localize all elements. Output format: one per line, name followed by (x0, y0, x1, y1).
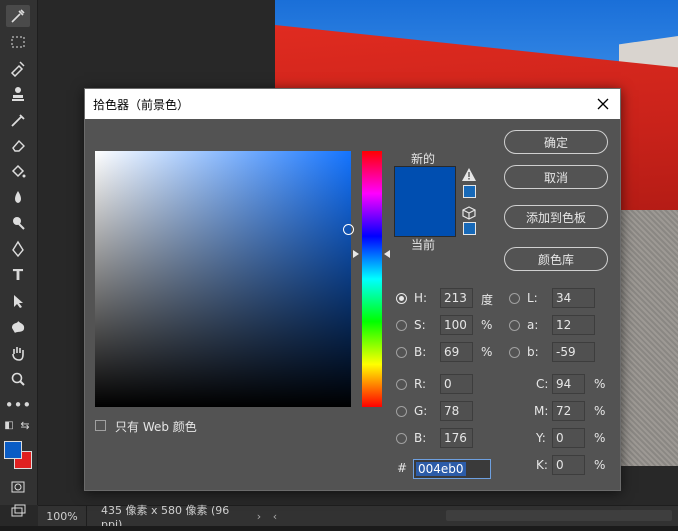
brightness-unit: % (481, 345, 493, 359)
stamp-tool-icon[interactable] (6, 83, 30, 105)
lab-l-input[interactable]: 34 (552, 288, 595, 308)
yellow-label: Y: (536, 431, 546, 445)
color-libraries-button[interactable]: 颜色库 (504, 247, 608, 271)
dialog-titlebar[interactable]: 拾色器（前景色） (85, 89, 620, 119)
current-color-label: 当前 (411, 238, 436, 252)
green-label: G: (414, 404, 428, 418)
web-safe-warning-icon (462, 206, 476, 220)
web-colors-only-label: 只有 Web 颜色 (115, 420, 197, 434)
green-input[interactable]: 78 (440, 401, 473, 421)
eraser-tool-icon[interactable] (6, 134, 30, 156)
hex-value: 004eb0 (416, 462, 466, 476)
cyan-input[interactable]: 94 (552, 374, 585, 394)
new-color-swatch (394, 166, 456, 202)
gamut-correction-swatch[interactable] (463, 185, 476, 198)
hue-unit: 度 (481, 293, 494, 307)
lab-b-label: b: (527, 345, 539, 359)
close-icon[interactable] (592, 93, 614, 115)
screen-mode-icon[interactable] (6, 500, 30, 522)
radio-hue[interactable] (396, 293, 407, 304)
hex-label: # (397, 461, 408, 475)
hex-input[interactable]: 004eb0 (413, 459, 491, 479)
eyedropper-tool-icon[interactable] (6, 5, 30, 27)
add-to-swatches-button[interactable]: 添加到色板 (504, 205, 608, 229)
path-selection-icon[interactable] (6, 290, 30, 312)
marquee-tool-icon[interactable] (6, 31, 30, 53)
saturation-label: S: (414, 318, 426, 332)
red-label: R: (414, 377, 427, 391)
lab-a-label: a: (527, 318, 539, 332)
new-color-label: 新的 (411, 152, 436, 166)
current-color-swatch[interactable] (394, 201, 456, 237)
swap-colors-icon[interactable]: ⇆ (18, 418, 32, 432)
lab-b-input[interactable]: -59 (552, 342, 595, 362)
window-bottom-edge (0, 526, 678, 531)
ok-button[interactable]: 确定 (504, 130, 608, 154)
cyan-label: C: (536, 377, 549, 391)
scroll-left-arrow-icon[interactable]: ‹ (267, 510, 283, 523)
black-input[interactable]: 0 (552, 455, 585, 475)
saturation-brightness-field[interactable] (95, 151, 351, 407)
radio-lab-l[interactable] (509, 293, 520, 304)
black-label: K: (536, 458, 548, 472)
blue-label: B: (414, 431, 427, 445)
cancel-button[interactable]: 取消 (504, 165, 608, 189)
custom-shape-icon[interactable] (6, 316, 30, 338)
yellow-unit: % (594, 431, 606, 445)
radio-blue[interactable] (396, 433, 407, 444)
radio-brightness[interactable] (396, 347, 407, 358)
brightness-input[interactable]: 69 (440, 342, 473, 362)
quick-mask-icon[interactable] (6, 476, 30, 498)
red-input[interactable]: 0 (440, 374, 473, 394)
hand-tool-icon[interactable] (6, 342, 30, 364)
magenta-input[interactable]: 72 (552, 401, 585, 421)
blue-input[interactable]: 176 (440, 428, 473, 448)
yellow-input[interactable]: 0 (552, 428, 585, 448)
zoom-tool-icon[interactable] (6, 368, 30, 390)
healing-brush-icon[interactable] (6, 57, 30, 79)
lab-l-label: L: (527, 291, 538, 305)
history-brush-icon[interactable] (6, 109, 30, 131)
paint-bucket-icon[interactable] (6, 160, 30, 182)
color-field-cursor[interactable] (343, 224, 354, 235)
magenta-label: M: (534, 404, 549, 418)
radio-red[interactable] (396, 379, 407, 390)
magenta-unit: % (594, 404, 606, 418)
color-picker-dialog: 拾色器（前景色） 新的 当前 确定 取消 添加到色板 颜色库 H: 213 度 … (84, 88, 621, 491)
radio-saturation[interactable] (396, 320, 407, 331)
hue-slider-left-handle-icon[interactable] (353, 250, 359, 258)
more-tools-icon[interactable]: ••• (5, 394, 32, 416)
dodge-tool-icon[interactable] (6, 212, 30, 234)
hue-slider-right-handle-icon[interactable] (384, 250, 390, 258)
hue-label: H: (414, 291, 428, 305)
hue-slider[interactable] (362, 151, 382, 407)
tools-panel: T ••• ◧ ⇆ (0, 0, 38, 517)
lab-a-input[interactable]: 12 (552, 315, 595, 335)
dialog-title: 拾色器（前景色） (93, 97, 190, 112)
radio-green[interactable] (396, 406, 407, 417)
blur-tool-icon[interactable] (6, 186, 30, 208)
zoom-level[interactable]: 100% (38, 506, 87, 527)
radio-lab-b[interactable] (509, 347, 520, 358)
foreground-color-swatch[interactable] (4, 441, 22, 459)
hue-input[interactable]: 213 (440, 288, 473, 308)
radio-lab-a[interactable] (509, 320, 520, 331)
pen-tool-icon[interactable] (6, 238, 30, 260)
out-of-gamut-warning-icon (462, 168, 476, 181)
horizontal-scrollbar[interactable] (446, 510, 672, 521)
type-tool-icon[interactable]: T (6, 264, 30, 286)
black-unit: % (594, 458, 606, 472)
web-safe-swatch[interactable] (463, 222, 476, 235)
saturation-input[interactable]: 100 (440, 315, 473, 335)
cyan-unit: % (594, 377, 606, 391)
saturation-unit: % (481, 318, 493, 332)
brightness-label: B: (414, 345, 427, 359)
status-menu-arrow-icon[interactable]: › (251, 510, 267, 523)
default-colors-icon[interactable]: ◧ (2, 418, 16, 432)
status-bar: 100% 435 像素 x 580 像素 (96 ppi) › ‹ (38, 504, 678, 531)
web-colors-only-checkbox[interactable] (95, 420, 106, 431)
